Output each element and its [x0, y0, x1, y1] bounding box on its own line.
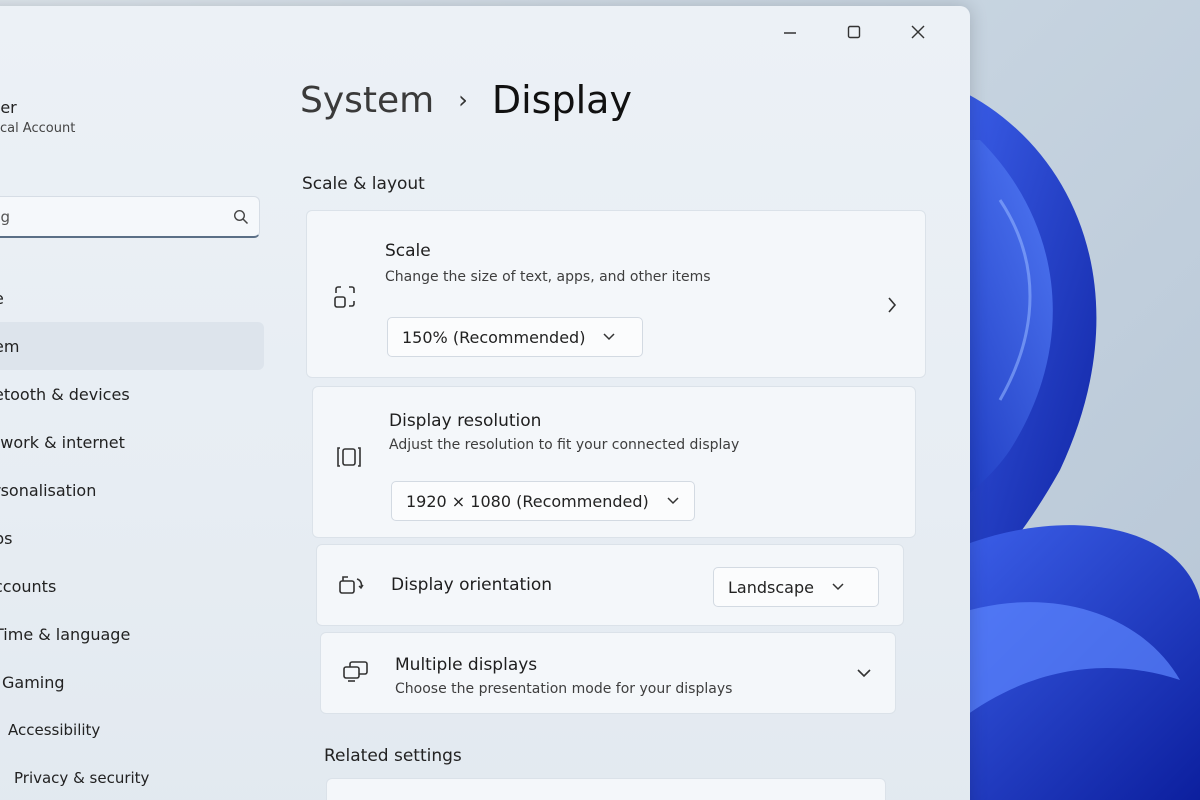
resolution-icon: [335, 443, 363, 471]
breadcrumb: System › Display: [300, 78, 632, 122]
search-box[interactable]: [0, 196, 260, 238]
settings-window: ser ocal Account e em etooth & devices t…: [0, 6, 970, 800]
sidebar-item-label: e: [0, 289, 4, 308]
scale-dropdown[interactable]: 150% (Recommended): [387, 317, 643, 357]
resolution-description: Adjust the resolution to fit your connec…: [389, 437, 740, 453]
scale-dropdown-value: 150% (Recommended): [402, 327, 586, 347]
sidebar-item-label: rsonalisation: [0, 480, 97, 500]
scale-card[interactable]: Scale Change the size of text, apps, and…: [306, 210, 926, 378]
minimize-button[interactable]: [758, 14, 822, 50]
resolution-dropdown-value: 1920 × 1080 (Recommended): [406, 491, 649, 511]
orientation-card: Display orientation Landscape: [316, 544, 904, 626]
section-title-related-settings: Related settings: [324, 746, 462, 766]
sidebar-item-label: em: [0, 336, 20, 356]
search-icon[interactable]: [223, 209, 259, 225]
caption-buttons: [758, 14, 950, 50]
user-name: ser: [0, 98, 17, 117]
chevron-down-icon: [603, 333, 615, 341]
sidebar-item-home[interactable]: e: [0, 274, 264, 322]
sidebar-nav: e em etooth & devices twork & internet r…: [0, 274, 270, 800]
scale-description: Change the size of text, apps, and other…: [385, 269, 711, 285]
sidebar-item-label: Gaming: [2, 672, 65, 692]
orientation-icon: [337, 571, 365, 599]
orientation-dropdown[interactable]: Landscape: [713, 567, 879, 607]
resolution-dropdown[interactable]: 1920 × 1080 (Recommended): [391, 481, 695, 521]
section-title-scale-layout: Scale & layout: [302, 174, 425, 194]
search-input[interactable]: [0, 196, 223, 237]
sidebar-item-label: Privacy & security: [14, 769, 150, 787]
user-account-type: ocal Account: [0, 121, 76, 136]
desktop-background: ser ocal Account e em etooth & devices t…: [0, 0, 1200, 800]
sidebar-item-personalisation[interactable]: rsonalisation: [0, 466, 264, 514]
sidebar-item-gaming[interactable]: Gaming: [0, 658, 264, 706]
close-button[interactable]: [886, 14, 950, 50]
resolution-title: Display resolution: [389, 411, 542, 431]
sidebar-item-label: ps: [0, 528, 13, 548]
breadcrumb-separator-icon: ›: [458, 86, 468, 114]
multiple-displays-title: Multiple displays: [395, 655, 538, 675]
sidebar-item-network[interactable]: twork & internet: [0, 418, 264, 466]
sidebar-item-label: twork & internet: [0, 432, 125, 452]
scale-title: Scale: [385, 241, 431, 261]
sidebar-item-label: etooth & devices: [0, 384, 130, 404]
sidebar-item-label: Time & language: [0, 624, 131, 644]
sidebar-item-label: Accessibility: [8, 721, 101, 739]
minimize-icon: [784, 32, 796, 34]
sidebar-item-apps[interactable]: ps: [0, 514, 264, 562]
multiple-displays-card[interactable]: Multiple displays Choose the presentatio…: [320, 632, 896, 714]
sidebar-item-privacy-security[interactable]: Privacy & security: [0, 754, 264, 800]
orientation-dropdown-value: Landscape: [728, 577, 814, 597]
chevron-down-icon[interactable]: [857, 669, 871, 678]
close-icon: [911, 25, 925, 39]
sidebar-item-system[interactable]: em: [0, 322, 264, 370]
chevron-down-icon: [832, 583, 844, 591]
chevron-down-icon: [667, 497, 679, 505]
sidebar-item-time-language[interactable]: Time & language: [0, 610, 264, 658]
sidebar-item-accessibility[interactable]: Accessibility: [0, 706, 264, 754]
maximize-button[interactable]: [822, 14, 886, 50]
chevron-right-icon[interactable]: [887, 297, 897, 313]
sidebar-item-bluetooth[interactable]: etooth & devices: [0, 370, 264, 418]
multiple-displays-description: Choose the presentation mode for your di…: [395, 681, 733, 697]
scale-icon: [331, 283, 359, 311]
user-profile[interactable]: ser ocal Account: [0, 98, 75, 136]
resolution-card: Display resolution Adjust the resolution…: [312, 386, 916, 538]
breadcrumb-parent[interactable]: System: [300, 80, 434, 121]
multiple-displays-icon: [341, 657, 369, 685]
orientation-title: Display orientation: [391, 575, 553, 595]
sidebar-item-label: ccounts: [0, 576, 57, 596]
page-title: Display: [491, 78, 632, 122]
sidebar-item-accounts[interactable]: ccounts: [0, 562, 264, 610]
related-settings-card[interactable]: [326, 778, 886, 800]
maximize-icon: [847, 25, 861, 39]
